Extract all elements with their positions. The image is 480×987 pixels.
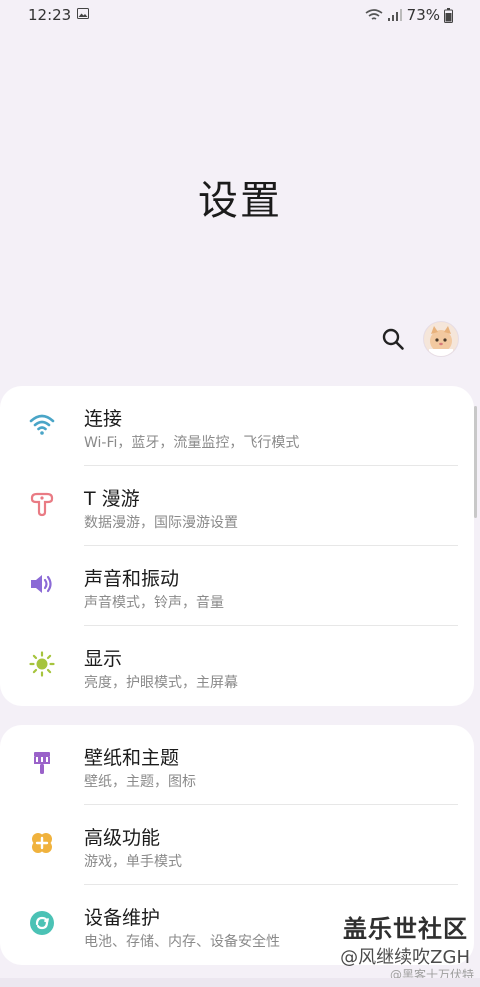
status-bar: 12:23 73%	[0, 0, 480, 32]
settings-item-title: 壁纸和主题	[84, 747, 180, 769]
settings-item-subtitle: 电池、存储、内存、设备安全性	[84, 934, 280, 950]
scroll-indicator[interactable]	[474, 406, 477, 518]
settings-item-advanced-features[interactable]: 高级功能 游戏，单手模式	[0, 805, 474, 885]
settings-item-subtitle: 游戏，单手模式	[84, 854, 182, 870]
settings-item-subtitle: 声音模式，铃声，音量	[84, 595, 224, 611]
advanced-features-icon	[32, 833, 52, 853]
status-right-group: 73%	[365, 5, 453, 25]
settings-item-title: 高级功能	[84, 827, 161, 849]
brush-icon	[34, 752, 50, 774]
settings-item-subtitle: 数据漫游，国际漫游设置	[84, 515, 238, 531]
settings-item-subtitle: 亮度，护眼模式，主屏幕	[84, 675, 238, 691]
roaming-icon	[30, 492, 54, 517]
settings-item-connections[interactable]: 连接 Wi-Fi，蓝牙，流量监控，飞行模式	[0, 386, 474, 466]
page-title: 设置	[198, 178, 282, 224]
wifi-icon	[29, 414, 55, 435]
settings-item-title: 声音和振动	[84, 568, 180, 590]
image-notification-icon	[77, 8, 89, 19]
settings-item-title: 设备维护	[84, 907, 161, 929]
settings-item-t-roaming[interactable]: T 漫游 数据漫游，国际漫游设置	[0, 466, 474, 546]
settings-card-1: 连接 Wi-Fi，蓝牙，流量监控，飞行模式 T 漫游 数据漫游，国际漫游设置 声…	[0, 386, 474, 706]
watermark-community: 盖乐世社区	[343, 915, 468, 943]
avatar-image	[424, 322, 458, 356]
settings-item-subtitle: Wi-Fi，蓝牙，流量监控，飞行模式	[84, 435, 300, 451]
status-time: 12:23	[28, 6, 72, 24]
search-icon[interactable]	[380, 326, 406, 352]
brightness-icon	[29, 651, 55, 677]
battery-percent: 73%	[406, 6, 440, 24]
battery-icon	[444, 7, 453, 23]
device-care-icon	[30, 911, 54, 935]
settings-item-title: 显示	[84, 648, 123, 670]
bottom-strip	[0, 978, 480, 987]
settings-item-title: T 漫游	[84, 488, 140, 510]
settings-item-sounds[interactable]: 声音和振动 声音模式，铃声，音量	[0, 546, 474, 626]
settings-item-display[interactable]: 显示 亮度，护眼模式，主屏幕	[0, 626, 474, 706]
cell-signal-icon	[387, 9, 402, 21]
settings-item-subtitle: 壁纸，主题，图标	[84, 774, 196, 790]
avatar[interactable]	[423, 321, 459, 357]
volume-icon	[31, 575, 52, 593]
wifi-signal-icon	[365, 9, 383, 20]
settings-item-wallpapers-themes[interactable]: 壁纸和主题 壁纸，主题，图标	[0, 725, 474, 805]
settings-item-title: 连接	[84, 408, 123, 430]
